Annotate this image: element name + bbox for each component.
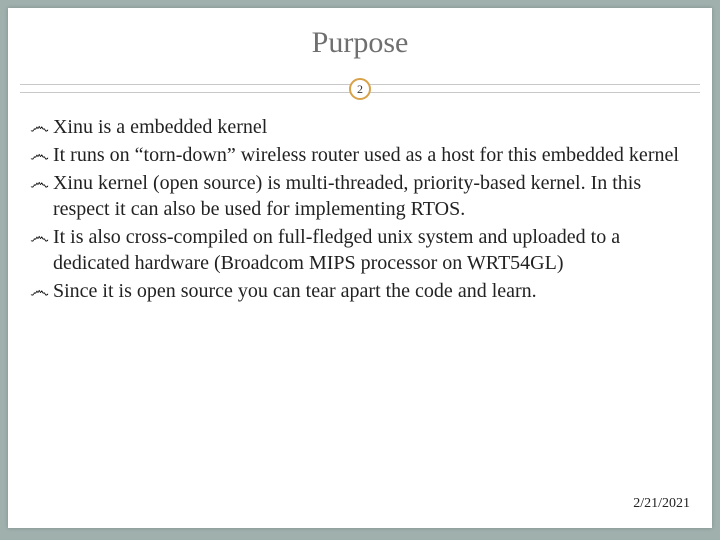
bullet-icon: ෴ — [30, 114, 49, 140]
list-item-text: It is also cross-compiled on full-fledge… — [53, 224, 690, 276]
bullet-icon: ෴ — [30, 278, 49, 304]
bullet-icon: ෴ — [30, 142, 49, 168]
footer-date: 2/21/2021 — [633, 496, 690, 512]
list-item-text: It runs on “torn-down” wireless router u… — [53, 142, 690, 168]
title-divider: 2 — [8, 70, 712, 110]
list-item-text: Xinu kernel (open source) is multi-threa… — [53, 170, 690, 222]
bullet-icon: ෴ — [30, 224, 49, 250]
slide: Purpose 2 ෴ Xinu is a embedded kernel ෴ … — [8, 8, 712, 528]
list-item: ෴ It runs on “torn-down” wireless router… — [30, 142, 690, 168]
list-item: ෴ It is also cross-compiled on full-fled… — [30, 224, 690, 276]
bullet-icon: ෴ — [30, 170, 49, 196]
list-item: ෴ Xinu kernel (open source) is multi-thr… — [30, 170, 690, 222]
page-number-badge: 2 — [349, 78, 371, 100]
list-item: ෴ Since it is open source you can tear a… — [30, 278, 690, 304]
list-item-text: Since it is open source you can tear apa… — [53, 278, 690, 304]
page-title: Purpose — [8, 26, 712, 60]
list-item: ෴ Xinu is a embedded kernel — [30, 114, 690, 140]
list-item-text: Xinu is a embedded kernel — [53, 114, 690, 140]
bullet-list: ෴ Xinu is a embedded kernel ෴ It runs on… — [8, 110, 712, 304]
